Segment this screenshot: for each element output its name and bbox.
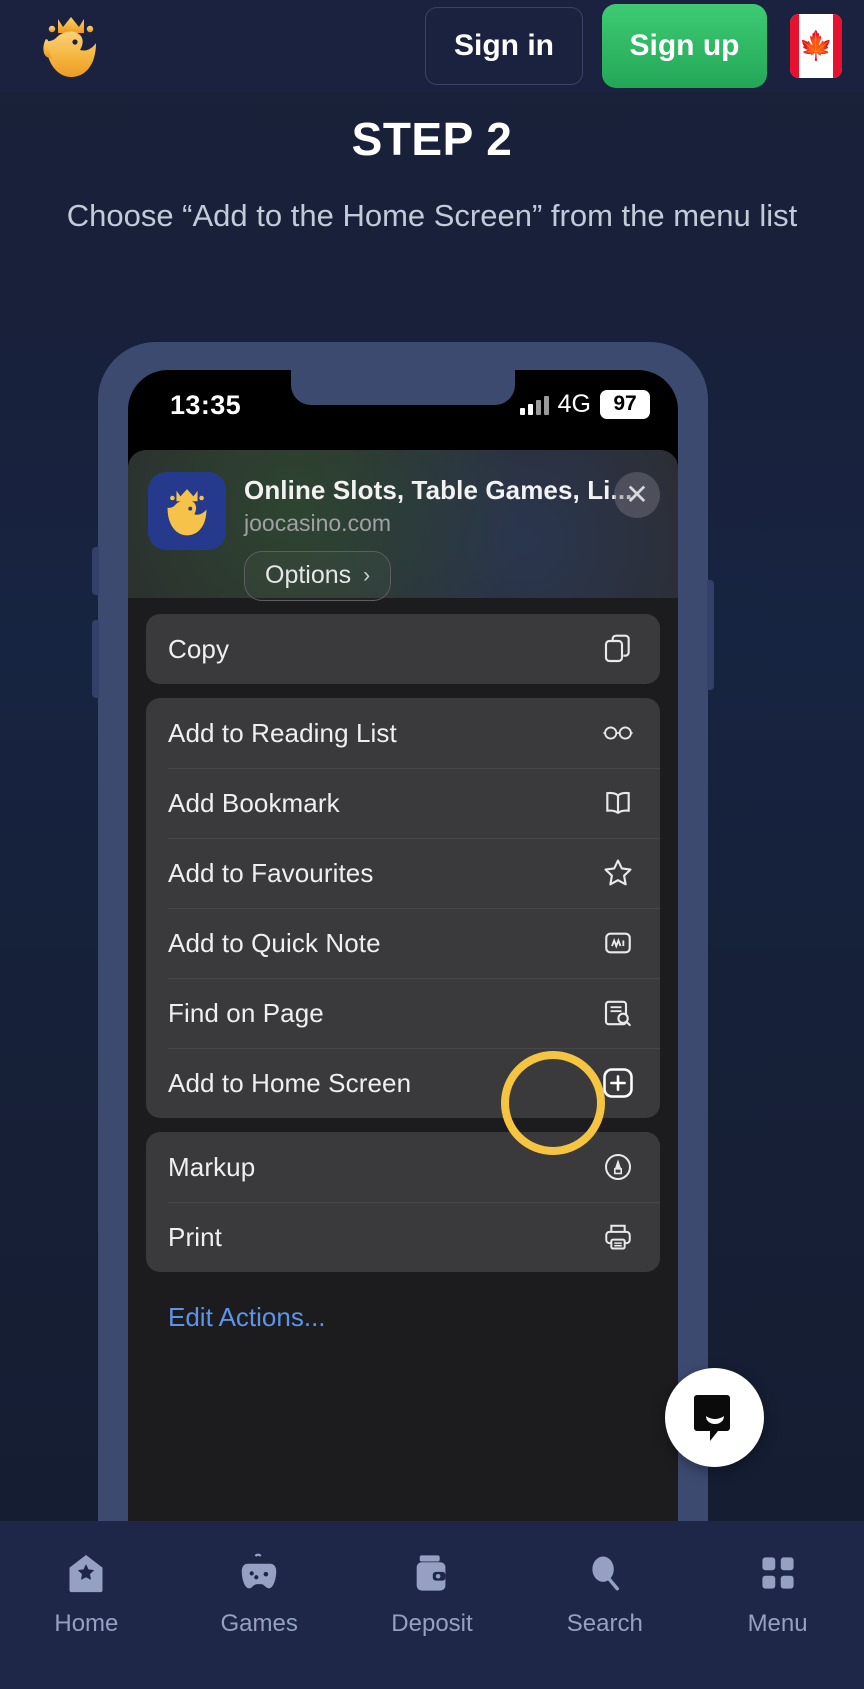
status-indicators: 4G 97	[519, 390, 650, 419]
glasses-icon	[598, 713, 638, 753]
battery-level-badge: 97	[600, 390, 650, 419]
menu-item-label: Add to Reading List	[168, 717, 397, 748]
options-button[interactable]: Options ›	[244, 551, 392, 601]
copy-icon	[598, 629, 638, 669]
menu-item-label: Copy	[168, 633, 230, 664]
chevron-right-icon: ›	[363, 563, 371, 587]
menu-item-add-to-quick-note[interactable]: Add to Quick Note	[146, 908, 660, 978]
joo-fish-crown-logo-icon[interactable]	[34, 9, 108, 83]
menu-item-label: Markup	[168, 1151, 256, 1182]
menu-group-1: Copy	[146, 614, 660, 684]
menu-group-3: Markup Print	[146, 1132, 660, 1272]
nav-item-deposit[interactable]: Deposit	[346, 1547, 519, 1689]
find-on-page-icon	[598, 993, 638, 1033]
plus-square-icon	[598, 1063, 638, 1103]
nav-item-search[interactable]: Search	[518, 1547, 691, 1689]
flag-stripe-left	[790, 14, 799, 78]
nav-label: Menu	[747, 1610, 808, 1637]
nav-label: Deposit	[391, 1610, 473, 1637]
menu-item-find-on-page[interactable]: Find on Page	[146, 978, 660, 1048]
phone-notch	[291, 370, 515, 405]
nav-label: Search	[566, 1610, 643, 1637]
close-button[interactable]: ✕	[614, 472, 660, 518]
phone-volume-down-button	[92, 620, 99, 698]
quick-note-icon	[598, 923, 638, 963]
nav-item-home[interactable]: Home	[0, 1547, 173, 1689]
page-title: STEP 2	[351, 113, 513, 165]
chat-bubble-icon	[693, 1394, 730, 1441]
wallet-icon	[406, 1547, 458, 1599]
phone-power-button	[707, 580, 714, 690]
phone-screen: 13:35 4G 97 Online Slots, Table Games, L…	[128, 370, 678, 1522]
share-sheet-meta: Online Slots, Table Games, Li... joocasi…	[244, 472, 658, 601]
nav-label: Home	[54, 1610, 119, 1637]
menu-item-add-to-home-screen[interactable]: Add to Home Screen	[146, 1048, 660, 1118]
menu-item-markup[interactable]: Markup	[146, 1132, 660, 1202]
grid-menu-icon	[752, 1547, 804, 1599]
menu-item-add-to-reading-list[interactable]: Add to Reading List	[146, 698, 660, 768]
nav-item-games[interactable]: Games	[173, 1547, 346, 1689]
site-header: Sign in Sign up 🍁	[0, 0, 864, 92]
search-icon	[579, 1547, 631, 1599]
sign-up-button[interactable]: Sign up	[602, 4, 767, 88]
menu-group-2: Add to Reading List Add Bookmark Add to …	[146, 698, 660, 1118]
edit-actions-link[interactable]: Edit Actions...	[146, 1286, 660, 1333]
menu-item-copy[interactable]: Copy	[146, 614, 660, 684]
joo-casino-app-icon	[148, 472, 226, 550]
page-root: Sign in Sign up 🍁 STEP 2 Choose “Add to …	[0, 0, 864, 1689]
printer-icon	[598, 1217, 638, 1257]
close-icon: ✕	[625, 479, 649, 510]
status-clock: 13:35	[170, 390, 242, 420]
page-subtitle: Choose “Add to the Home Screen” from the…	[66, 198, 798, 233]
menu-item-label: Add to Favourites	[168, 857, 374, 888]
nav-item-menu[interactable]: Menu	[691, 1547, 864, 1689]
menu-item-label: Add to Quick Note	[168, 927, 381, 958]
flag-stripe-right	[833, 14, 842, 78]
share-sheet: Online Slots, Table Games, Li... joocasi…	[128, 450, 678, 1522]
menu-item-label: Find on Page	[168, 997, 324, 1028]
markup-pen-icon	[598, 1147, 638, 1187]
gamepad-icon	[233, 1547, 285, 1599]
star-icon	[598, 853, 638, 893]
cellular-signal-icon	[519, 395, 549, 415]
share-sheet-menu: Copy Add to Reading List Add Bookmark Ad…	[128, 598, 678, 1333]
chat-support-button[interactable]	[665, 1368, 764, 1467]
canada-flag-icon[interactable]: 🍁	[790, 14, 842, 78]
menu-item-add-to-favourites[interactable]: Add to Favourites	[146, 838, 660, 908]
share-sheet-title: Online Slots, Table Games, Li...	[244, 475, 633, 505]
menu-item-label: Add to Home Screen	[168, 1067, 412, 1098]
menu-item-label: Add Bookmark	[168, 787, 340, 818]
phone-status-bar: 13:35 4G 97	[128, 370, 678, 428]
share-sheet-url: joocasino.com	[244, 510, 392, 536]
nav-label: Games	[220, 1610, 298, 1637]
phone-mockup: 13:35 4G 97 Online Slots, Table Games, L…	[92, 342, 714, 1522]
share-sheet-header: Online Slots, Table Games, Li... joocasi…	[128, 450, 678, 601]
flag-center: 🍁	[798, 14, 834, 78]
menu-item-label: Print	[168, 1221, 222, 1252]
home-star-icon	[60, 1547, 112, 1599]
bottom-navigation: Home Games Deposit Search Menu	[0, 1521, 864, 1689]
network-type-label: 4G	[557, 390, 591, 418]
menu-item-print[interactable]: Print	[146, 1202, 660, 1272]
book-icon	[598, 783, 638, 823]
phone-volume-up-button	[92, 547, 99, 595]
menu-item-add-bookmark[interactable]: Add Bookmark	[146, 768, 660, 838]
options-label: Options	[265, 561, 352, 589]
sign-in-button[interactable]: Sign in	[425, 7, 583, 85]
maple-leaf-icon: 🍁	[798, 30, 834, 61]
